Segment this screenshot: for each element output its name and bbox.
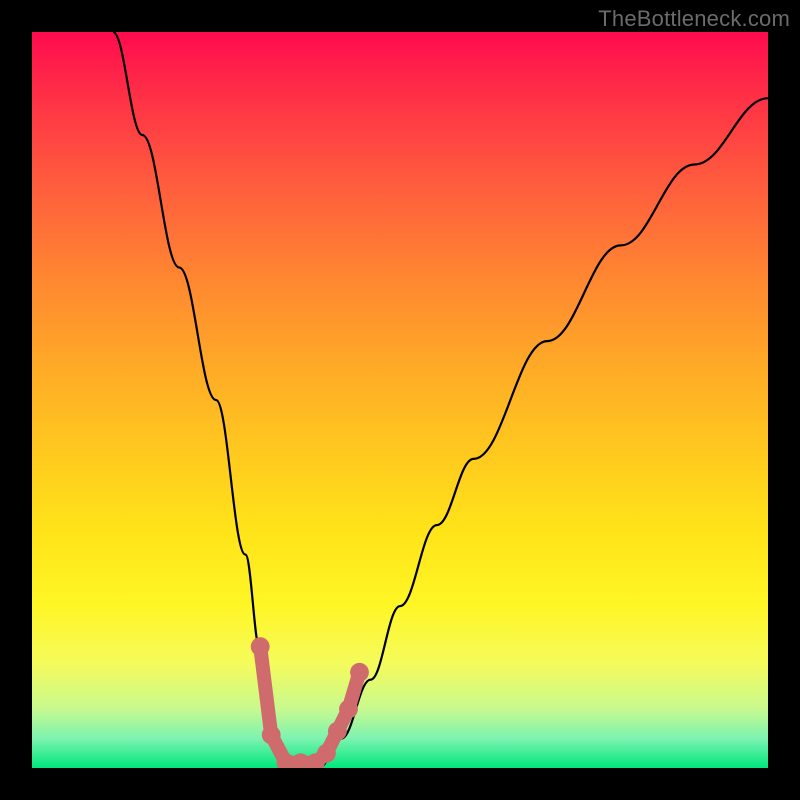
bottleneck-chart-svg	[32, 32, 768, 768]
bottleneck-marker	[317, 744, 336, 763]
chart-plot-area	[32, 32, 768, 768]
bottleneck-markers-group	[251, 637, 369, 768]
bottleneck-marker	[328, 722, 347, 741]
watermark-text: TheBottleneck.com	[598, 6, 790, 32]
bottleneck-marker	[350, 663, 369, 682]
bottleneck-curve-path	[113, 32, 768, 768]
bottleneck-marker	[251, 637, 270, 656]
bottleneck-marker	[262, 726, 281, 745]
bottleneck-marker	[339, 700, 358, 719]
